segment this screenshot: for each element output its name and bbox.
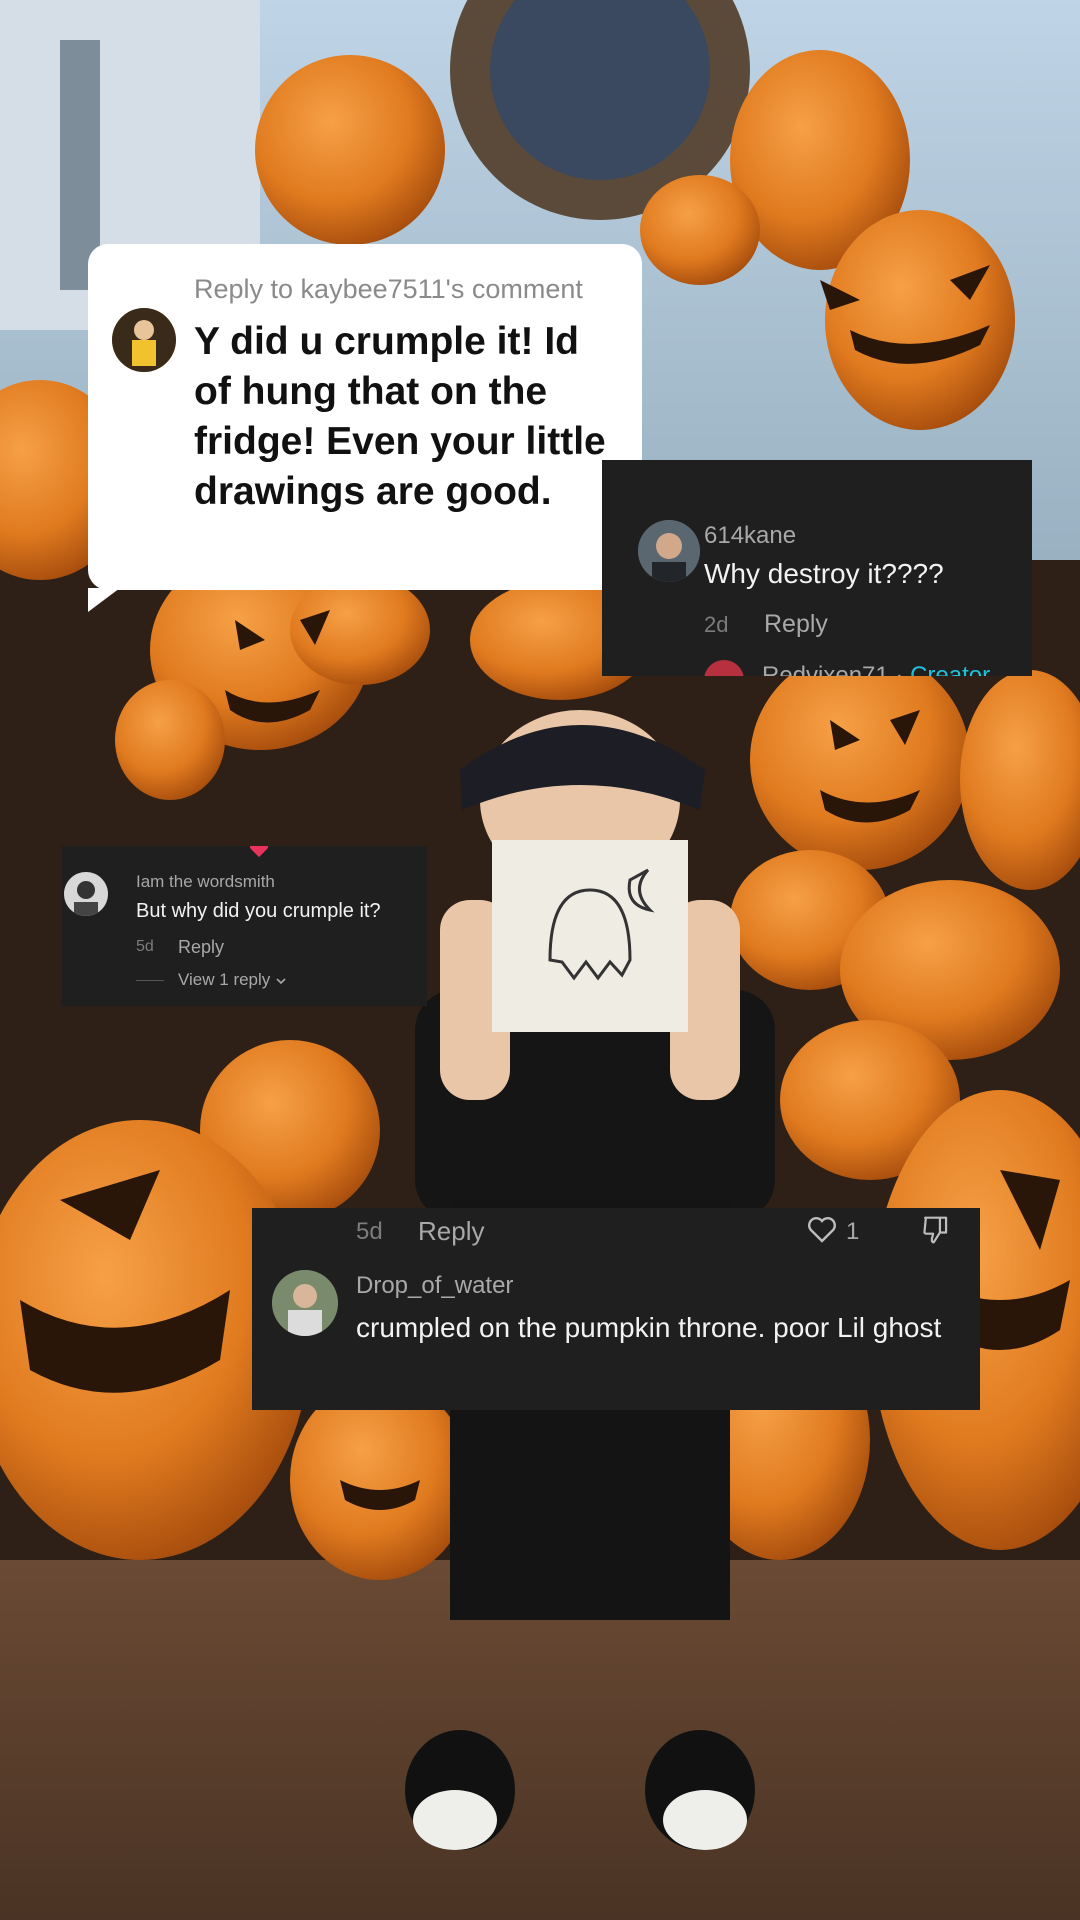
reply-button[interactable]: Reply [178, 937, 224, 958]
avatar[interactable] [64, 872, 108, 916]
reply-button[interactable]: Reply [418, 1216, 484, 1247]
avatar[interactable] [638, 520, 700, 582]
heart-outline-icon[interactable] [806, 1214, 838, 1249]
comment-text: Why destroy it???? [704, 558, 944, 589]
reply-button[interactable]: Reply [764, 610, 828, 639]
comment-card: 5d Reply 1 Drop_of_water crumpled on the… [252, 1208, 980, 1410]
avatar [112, 308, 176, 372]
comment-username[interactable]: Iam the wordsmith [136, 872, 275, 892]
reply-to-comment-bubble: Reply to kaybee7511's comment Y did u cr… [88, 244, 642, 612]
heart-filled-icon [248, 846, 270, 863]
comment-age: 2d [704, 612, 729, 637]
comment-age: 5d [356, 1218, 383, 1245]
avatar[interactable] [272, 1270, 338, 1336]
view-replies-button[interactable]: View 1 reply [178, 970, 287, 990]
comment-age: 5d [136, 938, 154, 955]
reply-comment-text: Y did u crumple it! Id of hung that on t… [194, 320, 606, 513]
avatar[interactable] [704, 660, 744, 676]
comment-username[interactable]: Redvixen71 · Creator [762, 662, 990, 676]
comment-username[interactable]: Drop_of_water [356, 1272, 513, 1300]
comment-card: 614kane Why destroy it???? 2d Reply Redv… [602, 460, 1032, 676]
comment-card: Iam the wordsmith But why did you crumpl… [62, 846, 427, 1006]
reply-to-label: Reply to kaybee7511's comment [194, 274, 583, 304]
comment-username[interactable]: 614kane [704, 522, 796, 550]
comment-text: But why did you crumple it? [136, 900, 381, 922]
like-count: 1 [846, 1218, 860, 1245]
chevron-down-icon [275, 971, 287, 990]
comment-text: crumpled on the pumpkin throne. poor Lil… [356, 1312, 942, 1343]
divider [136, 980, 164, 981]
dislike-icon[interactable] [920, 1214, 950, 1251]
creator-badge: Creator [910, 662, 991, 676]
